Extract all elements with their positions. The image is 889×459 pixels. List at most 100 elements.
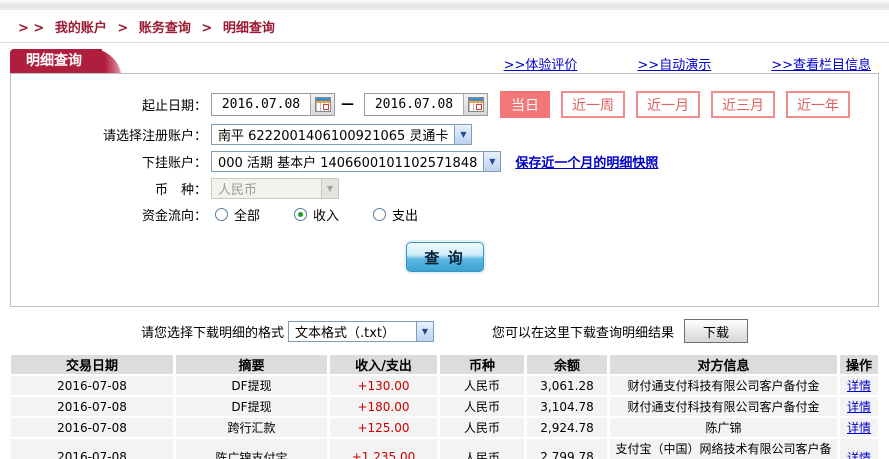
currency-select: 人民币 — [211, 178, 339, 199]
dropdown-arrow-icon[interactable] — [454, 125, 472, 144]
cell-currency: 人民币 — [440, 418, 524, 437]
header-trade-date: 交易日期 — [11, 355, 173, 374]
currency-value: 人民币 — [218, 183, 258, 198]
registered-account-select[interactable]: 南平 6222001406100921065 灵通卡 — [211, 124, 473, 145]
save-month-snapshot-link[interactable]: 保存近一个月的明细快照 — [515, 152, 658, 171]
flow-option-label: 全部 — [234, 209, 261, 224]
download-button[interactable]: 下载 — [684, 319, 749, 343]
dropdown-arrow-icon[interactable] — [416, 321, 433, 341]
radio-icon[interactable] — [373, 208, 387, 221]
registered-account-value: 南平 6222001406100921065 灵通卡 — [218, 129, 449, 144]
cell-amount: +130.00 — [330, 376, 437, 395]
link-auto-demo[interactable]: >>自动演示 — [637, 54, 711, 73]
download-format-value: 文本格式（.txt） — [295, 325, 396, 341]
dropdown-arrow-icon[interactable] — [483, 152, 501, 171]
breadcrumb: > > 我的账户 > 账务查询 > 明细查询 — [0, 10, 889, 42]
header-balance: 余额 — [527, 355, 607, 374]
sub-account-row: 下挂账户： 000 活期 基本户 1406600101102571848 保存近… — [11, 151, 878, 172]
detail-link[interactable]: 详情 — [847, 400, 871, 414]
cell-trade-date: 2016-07-08 — [11, 418, 173, 437]
cell-balance: 3,104.78 — [527, 397, 607, 416]
link-view-column-info[interactable]: >>查看栏目信息 — [771, 54, 871, 73]
breadcrumb-item-my-account[interactable]: 我的账户 — [55, 21, 107, 36]
detail-link[interactable]: 详情 — [847, 451, 871, 459]
cell-trade-date: 2016-07-08 — [11, 397, 173, 416]
quick-button-last-month[interactable]: 近一月 — [636, 91, 700, 118]
detail-link[interactable]: 详情 — [847, 379, 871, 393]
quick-button-last-week[interactable]: 近一周 — [561, 91, 625, 118]
currency-label: 币 种： — [154, 183, 207, 198]
cell-currency: 人民币 — [440, 376, 524, 395]
quick-button-today[interactable]: 当日 — [500, 91, 550, 118]
download-result-label: 您可以在这里下载查询明细结果 — [492, 325, 675, 341]
table-row: 2016-07-08 DF提现 +180.00 人民币 3,104.78 财付通… — [11, 397, 878, 416]
query-button[interactable]: 查 询 — [405, 242, 484, 272]
date-range-row: 起止日期： 2016.07.08 — 2016.07.08 当日 近一周 近一月… — [11, 91, 878, 118]
header-counterparty: 对方信息 — [610, 355, 837, 374]
download-format-select[interactable]: 文本格式（.txt） — [288, 320, 434, 342]
header-summary: 摘要 — [176, 355, 327, 374]
date-range-dash: — — [341, 97, 354, 112]
flow-option-label: 收入 — [313, 209, 340, 224]
cell-amount: +1,235.00 — [330, 439, 437, 459]
flow-radio-all[interactable]: 全部 — [215, 205, 260, 224]
download-row: 请您选择下载明细的格式 文本格式（.txt） 您可以在这里下载查询明细结果 下载 — [0, 318, 889, 344]
breadcrumb-divider — [0, 42, 889, 43]
cell-counterparty: 支付宝（中国）网络技术有限公司客户备付金 — [610, 439, 837, 459]
fund-flow-row: 资金流向： 全部 收入 支出 — [11, 205, 878, 224]
detail-link[interactable]: 详情 — [847, 421, 871, 435]
query-form-panel: 起止日期： 2016.07.08 — 2016.07.08 当日 近一周 近一月… — [10, 73, 879, 307]
cell-currency: 人民币 — [440, 397, 524, 416]
date-to-value: 2016.07.08 — [374, 97, 454, 112]
cell-counterparty: 陈广锦 — [610, 418, 837, 437]
cell-balance: 3,061.28 — [527, 376, 607, 395]
tab-bar: 明细查询 >>体验评价 >>自动演示 >>查看栏目信息 — [10, 49, 879, 73]
sub-account-select[interactable]: 000 活期 基本户 1406600101102571848 — [211, 151, 502, 172]
registered-account-label: 请选择注册账户： — [102, 129, 207, 144]
cell-counterparty: 财付通支付科技有限公司客户备付金 — [610, 376, 837, 395]
cell-balance: 2,924.78 — [527, 418, 607, 437]
header-currency: 币种 — [440, 355, 524, 374]
date-from-input[interactable]: 2016.07.08 — [211, 93, 335, 116]
header-operation: 操作 — [840, 355, 878, 374]
date-from-value: 2016.07.08 — [221, 97, 301, 112]
breadcrumb-separator: > — [117, 21, 129, 36]
currency-row: 币 种： 人民币 — [11, 178, 878, 199]
cell-summary: DF提现 — [176, 376, 327, 395]
flow-radio-expense[interactable]: 支出 — [373, 205, 418, 224]
quick-button-last-year[interactable]: 近一年 — [786, 91, 850, 118]
link-experience-rating[interactable]: >>体验评价 — [504, 54, 578, 73]
breadcrumb-separator: > — [201, 21, 213, 36]
tab-detail-query[interactable]: 明细查询 — [10, 49, 102, 73]
table-header-row: 交易日期 摘要 收入/支出 币种 余额 对方信息 操作 — [11, 355, 878, 374]
cell-amount: +180.00 — [330, 397, 437, 416]
sub-account-value: 000 活期 基本户 1406600101102571848 — [218, 156, 478, 171]
fund-flow-label: 资金流向： — [141, 209, 207, 224]
flow-option-label: 支出 — [392, 209, 419, 224]
date-from-calendar-button[interactable] — [310, 94, 334, 115]
cell-counterparty: 财付通支付科技有限公司客户备付金 — [610, 397, 837, 416]
cell-trade-date: 2016-07-08 — [11, 439, 173, 459]
table-row: 2016-07-08 DF提现 +130.00 人民币 3,061.28 财付通… — [11, 376, 878, 395]
dropdown-arrow-icon — [321, 179, 338, 198]
header-income-expense: 收入/支出 — [330, 355, 437, 374]
registered-account-row: 请选择注册账户： 南平 6222001406100921065 灵通卡 — [11, 124, 878, 145]
radio-checked-icon[interactable] — [294, 208, 308, 221]
calendar-icon — [467, 97, 484, 112]
cell-trade-date: 2016-07-08 — [11, 376, 173, 395]
cell-summary: DF提现 — [176, 397, 327, 416]
breadcrumb-item-account-query[interactable]: 账务查询 — [139, 21, 191, 36]
radio-icon[interactable] — [215, 208, 228, 221]
cell-currency: 人民币 — [440, 439, 524, 459]
breadcrumb-prefix: > > — [18, 21, 45, 36]
table-row: 2016-07-08 跨行汇款 +125.00 人民币 2,924.78 陈广锦… — [11, 418, 878, 437]
breadcrumb-item-detail-query[interactable]: 明细查询 — [223, 21, 275, 36]
date-to-input[interactable]: 2016.07.08 — [364, 93, 488, 116]
quick-button-last-quarter[interactable]: 近三月 — [711, 91, 775, 118]
transaction-table: 交易日期 摘要 收入/支出 币种 余额 对方信息 操作 2016-07-08 D… — [8, 353, 881, 459]
flow-radio-income[interactable]: 收入 — [294, 205, 339, 224]
cell-summary: 陈广锦支付宝 — [176, 439, 327, 459]
download-format-label: 请您选择下载明细的格式 — [140, 325, 284, 341]
date-to-calendar-button[interactable] — [463, 94, 487, 115]
date-range-label: 起止日期： — [141, 99, 207, 114]
